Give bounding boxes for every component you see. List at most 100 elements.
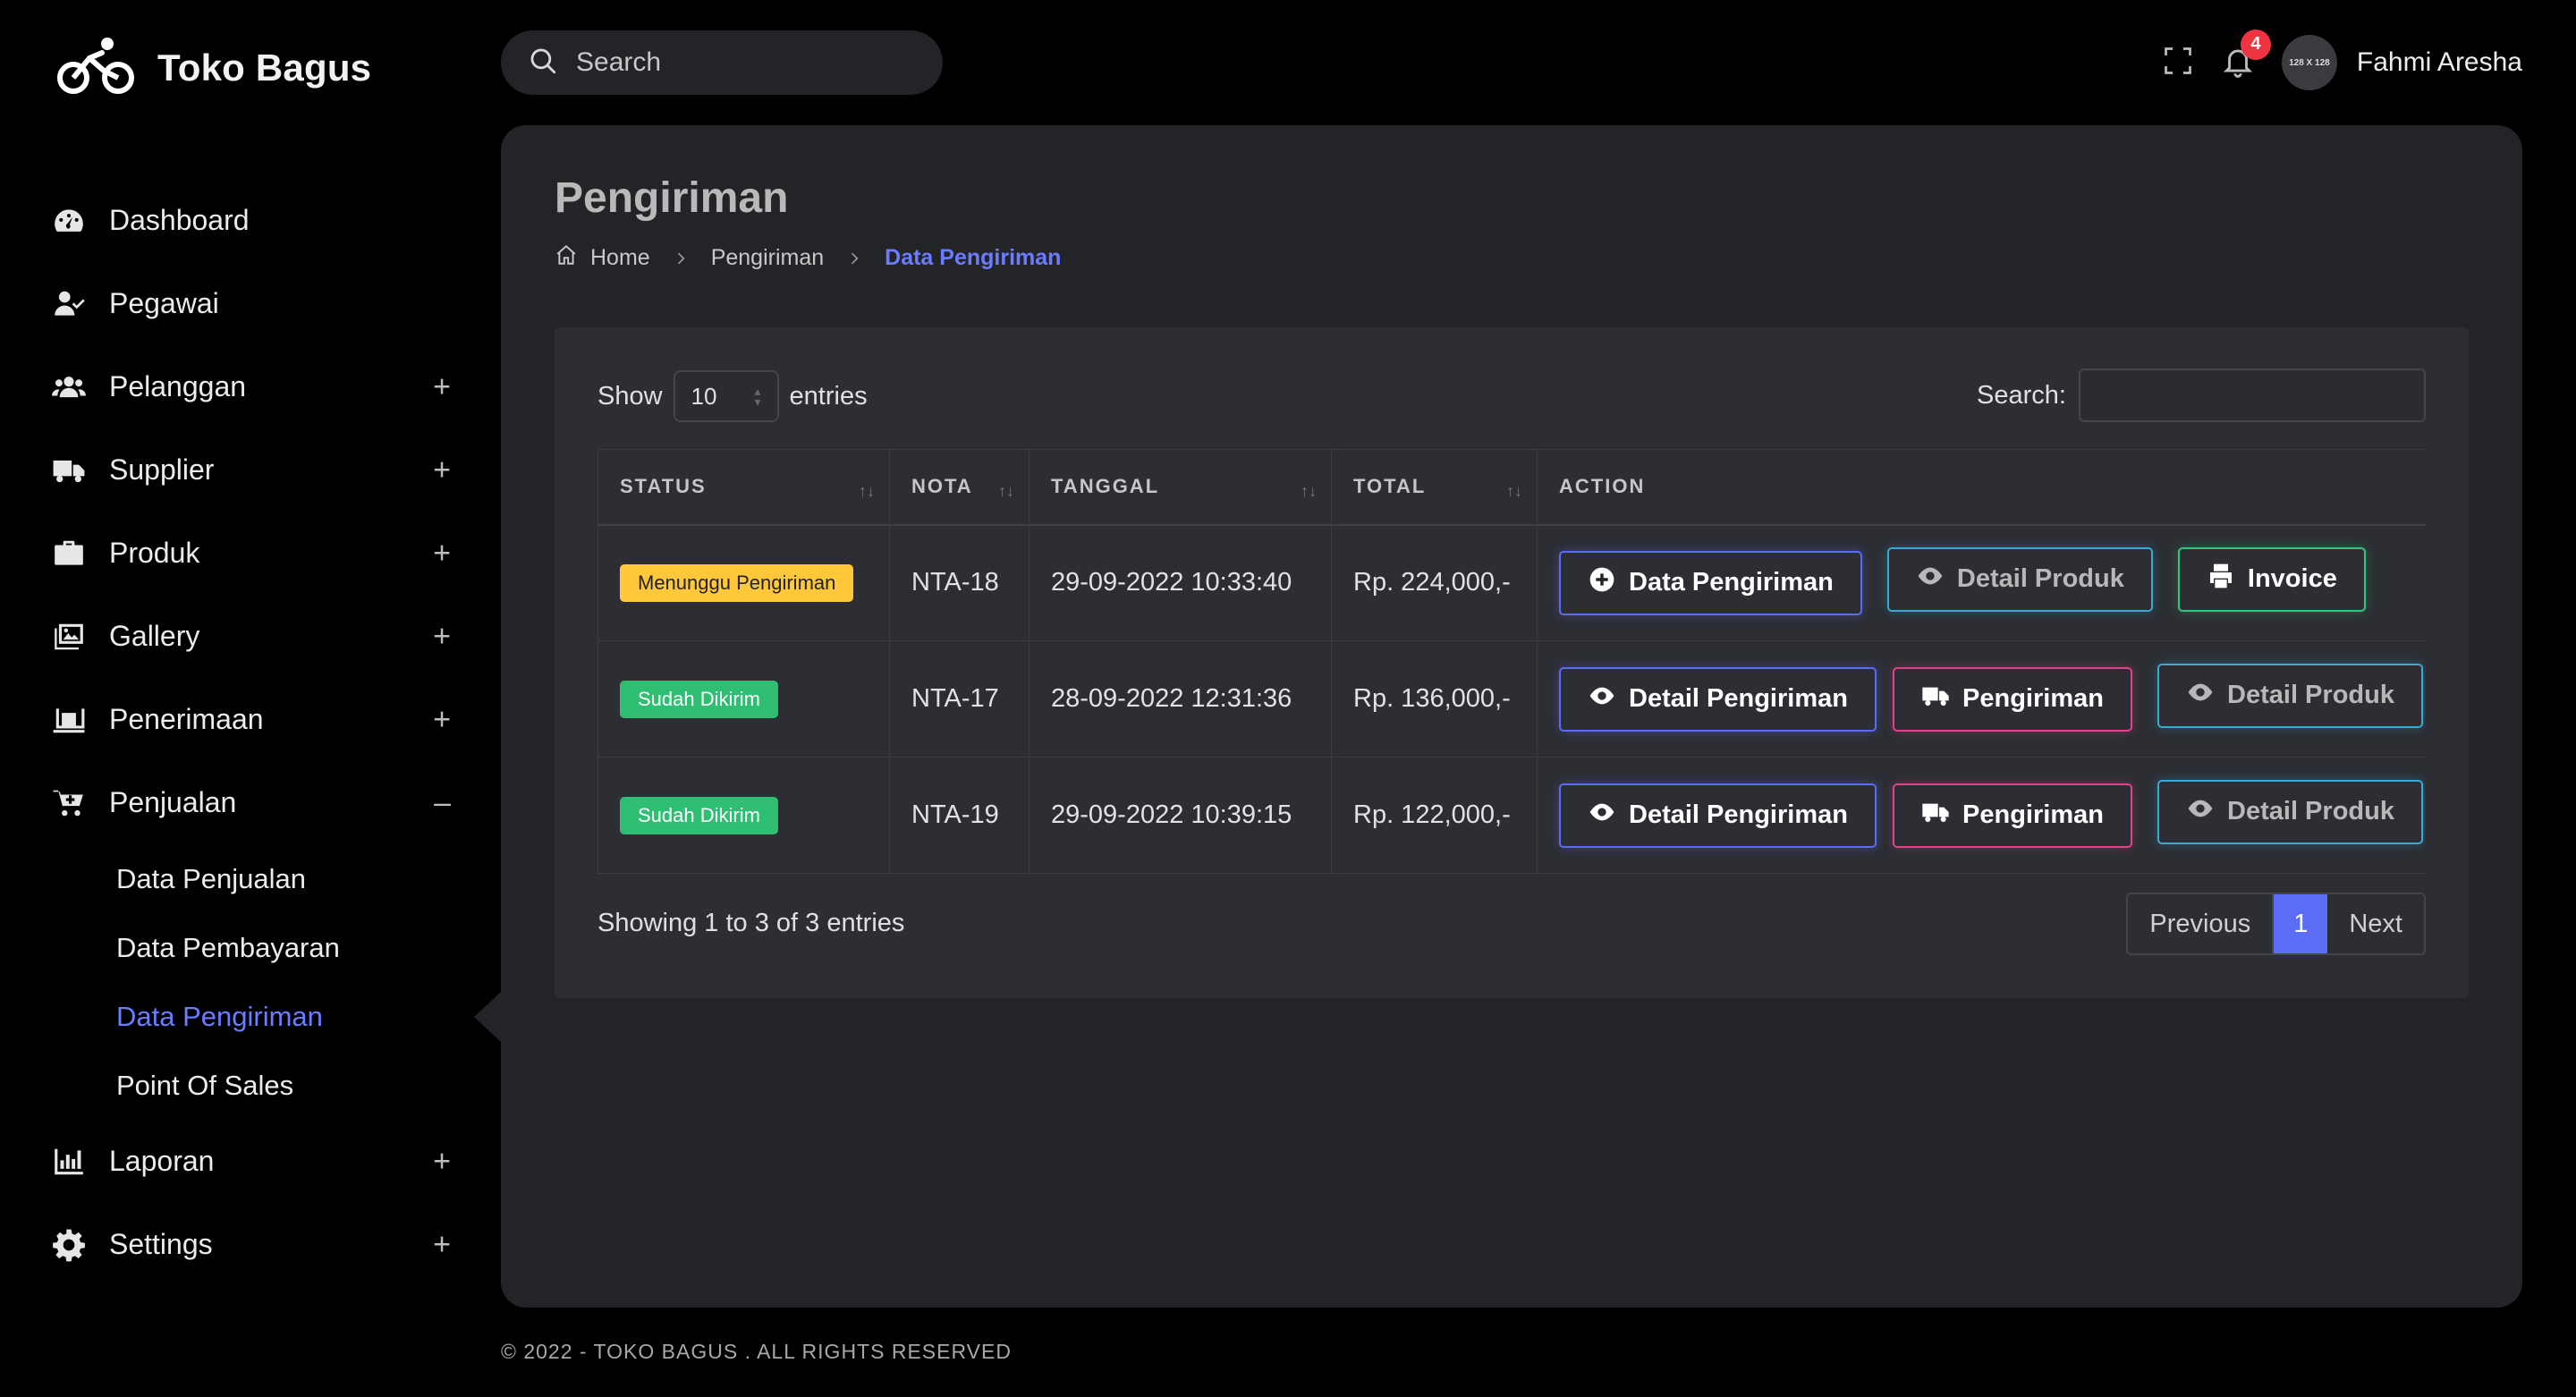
global-search[interactable]: Search xyxy=(501,30,943,95)
sort-asc-icon: ↑↓ xyxy=(859,482,875,500)
sidebar-item-laporan[interactable]: Laporan + xyxy=(0,1120,501,1203)
truck-icon xyxy=(1921,798,1962,834)
entries-length-control: Show 10 ▴ ▾ entries xyxy=(597,370,868,422)
sidebar-item-penerimaan[interactable]: Penerimaan + xyxy=(0,678,501,761)
eye-icon xyxy=(1588,682,1629,717)
data-table: STATUS ↑↓ NOTA ↑↓ TANGGAL ↑↓ TOTAL ↑↓ ACTION… xyxy=(597,449,2426,875)
entries-value: 10 xyxy=(691,382,717,410)
user-name[interactable]: Fahmi Aresha xyxy=(2357,47,2522,78)
action-cell: Detail Pengiriman Pengiriman Detail Prod… xyxy=(1537,640,2426,758)
button-label: Pengiriman xyxy=(1962,684,2104,713)
user-check-icon xyxy=(50,285,88,323)
next-page-button[interactable]: Next xyxy=(2327,894,2424,953)
data-pengiriman-button[interactable]: Data Pengiriman xyxy=(1559,550,1862,615)
sidebar: Toko Bagus Dashboard Pegawai Pelanggan + xyxy=(0,0,501,1397)
briefcase-icon xyxy=(50,535,88,572)
tanggal-cell: 29-09-2022 10:33:40 xyxy=(1029,524,1332,641)
column-header-total[interactable]: TOTAL ↑↓ xyxy=(1331,449,1538,526)
truck-icon xyxy=(50,452,88,489)
expand-toggle[interactable]: + xyxy=(433,1144,451,1179)
invoice-button[interactable]: Invoice xyxy=(2177,546,2366,612)
chevron-right-icon xyxy=(672,250,690,267)
expand-toggle[interactable]: + xyxy=(433,702,451,737)
expand-toggle[interactable]: + xyxy=(433,536,451,571)
sidebar-item-label: Pegawai xyxy=(109,287,219,319)
sidebar-item-pegawai[interactable]: Pegawai xyxy=(0,262,501,345)
collapse-toggle[interactable]: – xyxy=(434,785,451,820)
sidebar-subitem-point-of-sales[interactable]: Point Of Sales xyxy=(116,1051,501,1120)
breadcrumb: Home Pengiriman Data Pengiriman xyxy=(555,243,1061,273)
chevron-right-icon xyxy=(845,250,863,267)
brand[interactable]: Toko Bagus xyxy=(57,32,371,104)
detail-pengiriman-button[interactable]: Detail Pengiriman xyxy=(1559,666,1877,732)
expand-toggle[interactable]: + xyxy=(433,1227,451,1262)
detail-pengiriman-button[interactable]: Detail Pengiriman xyxy=(1559,783,1877,848)
breadcrumb-pengiriman[interactable]: Pengiriman xyxy=(711,245,824,271)
home-icon xyxy=(555,243,590,273)
footer-copyright: © 2022 - TOKO BAGUS . ALL RIGHTS RESERVE… xyxy=(501,1340,1012,1363)
detail-produk-button[interactable]: Detail Produk xyxy=(1886,546,2153,612)
column-label: TANGGAL xyxy=(1051,475,1160,498)
page-1-button[interactable]: 1 xyxy=(2274,894,2328,953)
sidebar-item-label: Laporan xyxy=(109,1145,215,1177)
column-label: TOTAL xyxy=(1353,475,1427,498)
pengiriman-button[interactable]: Pengiriman xyxy=(1893,783,2132,848)
pengiriman-button[interactable]: Pengiriman xyxy=(1893,666,2132,732)
nota-cell: NTA-17 xyxy=(889,640,1030,758)
column-header-action: ACTION xyxy=(1537,449,2426,526)
notification-count-badge: 4 xyxy=(2240,29,2271,60)
column-header-tanggal[interactable]: TANGGAL ↑↓ xyxy=(1029,449,1332,526)
expand-toggle[interactable]: + xyxy=(433,369,451,404)
column-label: NOTA xyxy=(911,475,973,498)
eye-icon xyxy=(1916,562,1957,597)
topbar-actions: 4 128 X 128 Fahmi Aresha xyxy=(2162,27,2522,98)
expand-toggle[interactable]: + xyxy=(433,619,451,654)
table-search: Search: xyxy=(1977,368,2426,422)
cart-icon xyxy=(50,784,88,822)
detail-produk-button[interactable]: Detail Produk xyxy=(2157,779,2423,844)
column-header-nota[interactable]: NOTA ↑↓ xyxy=(889,449,1030,526)
total-cell: Rp. 122,000,- xyxy=(1331,757,1538,874)
sidebar-item-penjualan[interactable]: Penjualan – xyxy=(0,761,501,844)
table-search-label: Search: xyxy=(1977,380,2066,410)
sidebar-subitem-data-pembayaran[interactable]: Data Pembayaran xyxy=(116,913,501,982)
breadcrumb-current: Data Pengiriman xyxy=(885,245,1062,270)
column-header-status[interactable]: STATUS ↑↓ xyxy=(597,449,890,526)
show-label: Show xyxy=(597,381,663,411)
sidebar-item-produk[interactable]: Produk + xyxy=(0,512,501,595)
breadcrumb-home[interactable]: Home xyxy=(590,245,650,271)
sidebar-item-gallery[interactable]: Gallery + xyxy=(0,595,501,678)
sidebar-item-pelanggan[interactable]: Pelanggan + xyxy=(0,345,501,428)
sort-icon: ↑↓ xyxy=(1506,482,1522,500)
entries-label: entries xyxy=(789,381,868,411)
penjualan-submenu: Data Penjualan Data Pembayaran Data Peng… xyxy=(0,844,501,1120)
sidebar-item-label: Settings xyxy=(109,1228,213,1260)
receive-icon xyxy=(50,701,88,739)
images-icon xyxy=(50,618,88,656)
select-arrows-icon: ▴ ▾ xyxy=(754,384,761,409)
eye-icon xyxy=(1588,798,1629,834)
status-cell: Sudah Dikirim xyxy=(597,640,890,758)
table-row: Sudah Dikirim NTA-17 28-09-2022 12:31:36… xyxy=(597,640,2426,758)
table-row: Sudah Dikirim NTA-19 29-09-2022 10:39:15… xyxy=(597,757,2426,874)
sidebar-item-dashboard[interactable]: Dashboard xyxy=(0,179,501,262)
printer-icon xyxy=(2207,562,2248,597)
avatar[interactable]: 128 X 128 xyxy=(2281,35,2337,90)
table-search-input[interactable] xyxy=(2079,368,2426,422)
sidebar-subitem-data-pengiriman[interactable]: Data Pengiriman xyxy=(116,982,501,1051)
sidebar-item-supplier[interactable]: Supplier + xyxy=(0,428,501,512)
nota-cell: NTA-18 xyxy=(889,524,1030,641)
sidebar-item-label: Supplier xyxy=(109,453,215,486)
notification-bell[interactable]: 4 xyxy=(2221,29,2271,82)
sidebar-subitem-data-penjualan[interactable]: Data Penjualan xyxy=(116,844,501,913)
button-label: Data Pengiriman xyxy=(1629,568,1834,597)
detail-produk-button[interactable]: Detail Produk xyxy=(2157,663,2423,728)
sidebar-item-settings[interactable]: Settings + xyxy=(0,1203,501,1286)
fullscreen-icon[interactable] xyxy=(2162,45,2194,81)
previous-page-button[interactable]: Previous xyxy=(2128,894,2275,953)
status-badge: Menunggu Pengiriman xyxy=(620,563,854,602)
sidebar-item-label: Produk xyxy=(109,537,200,569)
expand-toggle[interactable]: + xyxy=(433,453,451,487)
entries-select[interactable]: 10 ▴ ▾ xyxy=(673,370,779,422)
eye-icon xyxy=(2186,794,2227,830)
